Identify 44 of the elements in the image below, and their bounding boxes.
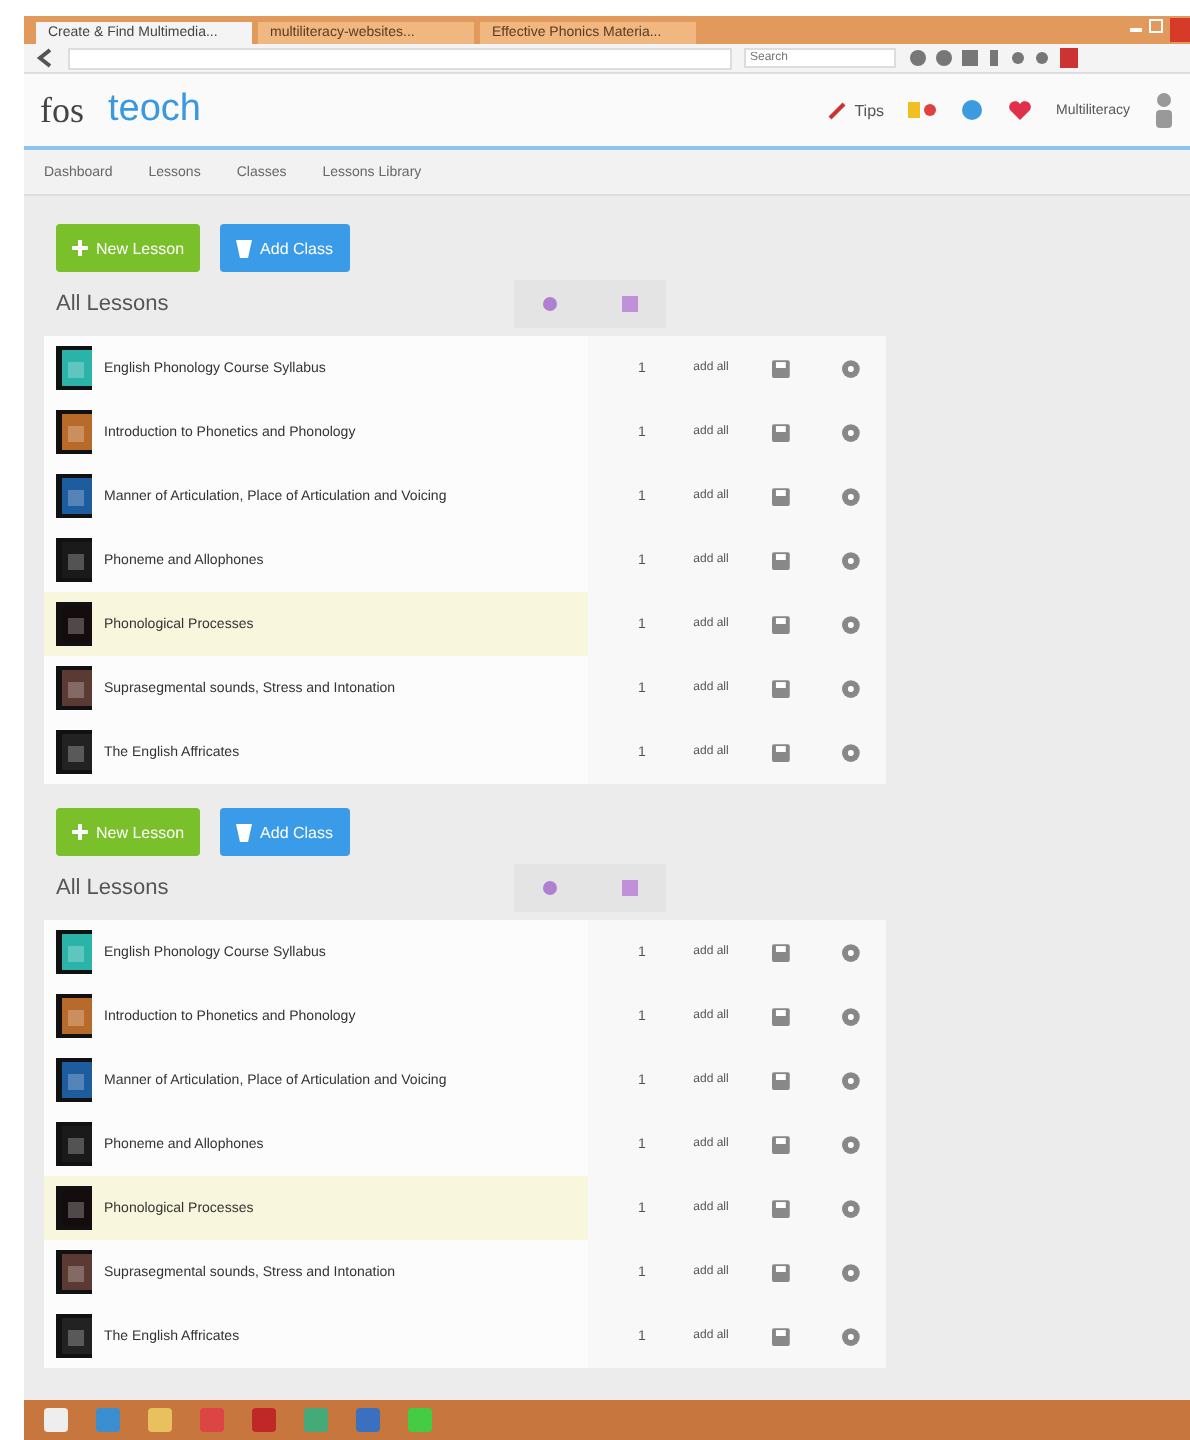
- save-icon[interactable]: [772, 1327, 791, 1345]
- settings-icon[interactable]: [842, 943, 861, 961]
- cup-icon: [236, 239, 253, 257]
- settings-icon[interactable]: [842, 487, 861, 505]
- tips-link[interactable]: Tips: [828, 100, 885, 120]
- settings-icon[interactable]: [842, 679, 861, 697]
- save-icon[interactable]: [772, 1071, 791, 1089]
- help-icon[interactable]: [960, 98, 985, 122]
- save-icon[interactable]: [772, 615, 791, 633]
- save-icon[interactable]: [772, 743, 791, 761]
- save-icon[interactable]: [772, 1199, 791, 1217]
- save-icon[interactable]: [772, 423, 791, 441]
- save-icon[interactable]: [772, 679, 791, 697]
- section-heading: All Lessons: [56, 292, 169, 316]
- logo-text[interactable]: fos: [40, 89, 84, 131]
- settings-icon[interactable]: [842, 1135, 861, 1153]
- settings-icon[interactable]: [842, 1263, 861, 1281]
- settings-icon[interactable]: [842, 423, 861, 441]
- section-heading: All Lessons: [56, 876, 169, 900]
- save-icon[interactable]: [772, 359, 791, 377]
- save-icon[interactable]: [772, 487, 791, 505]
- window-controls-icon[interactable]: [1130, 18, 1190, 42]
- cup-icon: [236, 823, 253, 841]
- settings-icon[interactable]: [842, 615, 861, 633]
- settings-icon[interactable]: [842, 551, 861, 569]
- settings-icon[interactable]: [842, 1327, 861, 1345]
- settings-icon[interactable]: [842, 359, 861, 377]
- save-icon[interactable]: [772, 1135, 791, 1153]
- save-icon[interactable]: [772, 1263, 791, 1281]
- pencil-icon: [828, 100, 849, 120]
- settings-icon[interactable]: [842, 1199, 861, 1217]
- settings-icon[interactable]: [842, 743, 861, 761]
- save-icon[interactable]: [772, 943, 791, 961]
- badge-icon[interactable]: [908, 100, 937, 120]
- settings-icon[interactable]: [842, 1007, 861, 1025]
- address-field[interactable]: [68, 47, 732, 69]
- plus-icon: [72, 824, 88, 840]
- settings-icon[interactable]: [842, 1071, 861, 1089]
- user-icon[interactable]: [1154, 92, 1174, 128]
- save-icon[interactable]: [772, 551, 791, 569]
- back-icon[interactable]: [36, 48, 56, 68]
- save-icon[interactable]: [772, 1007, 791, 1025]
- plus-icon: [72, 240, 88, 256]
- heart-icon[interactable]: [1008, 99, 1033, 121]
